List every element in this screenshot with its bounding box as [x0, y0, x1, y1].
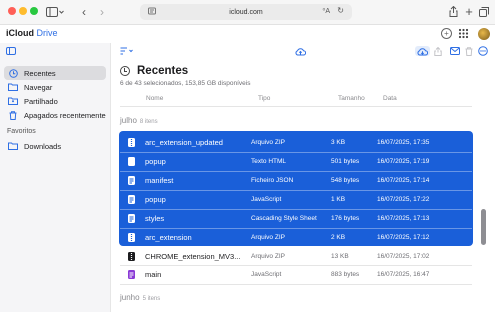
css-file-icon	[128, 214, 135, 223]
js-file-icon	[128, 270, 135, 279]
js-file-icon	[128, 195, 135, 204]
clock-icon	[8, 68, 18, 78]
divider	[120, 106, 472, 107]
selection-status: 6 de 43 selecionados, 153,85 GB disponív…	[120, 80, 251, 87]
folder-icon	[8, 83, 18, 92]
zoom-window-button[interactable]	[30, 7, 38, 15]
group-header: junho 5 itens	[120, 293, 161, 302]
new-tab-icon[interactable]: +	[463, 4, 475, 19]
sidebar-item-downloads[interactable]: Downloads	[4, 139, 106, 153]
icloud-header: iCloud Drive +	[0, 25, 495, 43]
table-row[interactable]: main JavaScript 883 bytes 16/07/2025, 16…	[120, 265, 472, 284]
sidebar-toggle-icon[interactable]	[44, 5, 66, 18]
folder-icon	[8, 142, 18, 151]
avatar[interactable]	[478, 28, 490, 40]
html-file-icon	[128, 157, 135, 166]
sort-options-icon[interactable]	[120, 46, 134, 56]
trash-icon	[8, 110, 18, 120]
column-header-size[interactable]: Tamanho	[338, 95, 365, 102]
shared-folder-icon	[8, 97, 18, 106]
divider	[120, 284, 472, 285]
sidebar-collapse-icon[interactable]	[6, 47, 16, 55]
page-header: Recentes	[120, 65, 188, 77]
page-title: Recentes	[137, 65, 189, 77]
zip-icon	[128, 138, 135, 147]
sidebar-item-label: Apagados recentemente	[24, 110, 106, 120]
favorites-heading: Favoritos	[7, 128, 36, 135]
sidebar-item-label: Downloads	[24, 141, 62, 151]
table-row[interactable]: arc_extension Arquivo ZIP 2 KB 16/07/202…	[120, 228, 472, 247]
sidebar-item-browse[interactable]: Navegar	[4, 80, 106, 94]
close-window-button[interactable]	[8, 7, 16, 15]
sidebar-item-recently-deleted[interactable]: Apagados recentemente	[4, 108, 106, 122]
share-file-icon[interactable]	[434, 46, 442, 56]
sidebar-item-label: Recentes	[24, 68, 56, 78]
main-content: Recentes 6 de 43 selecionados, 153,85 GB…	[112, 43, 495, 312]
share-icon[interactable]	[447, 5, 459, 18]
scrollbar-thumb[interactable]	[481, 209, 486, 245]
table-row[interactable]: popup Texto HTML 501 bytes 16/07/2025, 1…	[120, 152, 472, 171]
column-header-date[interactable]: Data	[383, 95, 397, 102]
sidebar-item-label: Navegar	[24, 82, 53, 92]
add-icon[interactable]: +	[441, 28, 452, 39]
more-options-icon[interactable]	[478, 46, 488, 56]
back-icon[interactable]: ‹	[78, 5, 90, 19]
sidebar: Recentes Navegar Partilhado Apagados rec…	[0, 43, 111, 312]
delete-icon[interactable]	[465, 46, 473, 56]
sidebar-item-label: Partilhado	[24, 96, 58, 106]
page-settings-icon[interactable]	[148, 7, 156, 16]
sidebar-item-shared[interactable]: Partilhado	[4, 94, 106, 108]
column-header-type[interactable]: Tipo	[258, 95, 270, 102]
zip-icon	[128, 252, 135, 261]
table-row[interactable]: manifest Ficheiro JSON 548 bytes 16/07/2…	[120, 171, 472, 190]
clock-icon	[120, 66, 130, 76]
tab-overview-icon[interactable]	[478, 5, 490, 18]
reload-icon[interactable]: ↻	[337, 6, 344, 15]
mail-icon[interactable]	[450, 46, 460, 56]
icloud-drive-logo[interactable]: iCloud Drive	[6, 28, 58, 38]
forward-icon[interactable]: ›	[96, 5, 108, 19]
json-file-icon	[128, 176, 135, 185]
minimize-window-button[interactable]	[19, 7, 27, 15]
column-header-name[interactable]: Nome	[146, 95, 163, 102]
app-grid-icon[interactable]	[458, 28, 469, 39]
table-row[interactable]: styles Cascading Style Sheet 176 bytes 1…	[120, 209, 472, 228]
zip-icon	[128, 233, 135, 242]
address-bar[interactable]: icloud.com ⁰A ↻	[140, 4, 352, 20]
upload-icon[interactable]	[295, 46, 306, 56]
download-icon[interactable]	[415, 46, 430, 56]
table-row[interactable]: CHROME_extension_MV3... Arquivo ZIP 13 K…	[120, 247, 472, 266]
translate-icon[interactable]: ⁰A	[323, 7, 330, 15]
sidebar-item-recents[interactable]: Recentes	[4, 66, 106, 80]
table-row[interactable]: arc_extension_updated Arquivo ZIP 3 KB 1…	[120, 133, 472, 152]
group-header: julho 8 itens	[120, 116, 158, 125]
browser-toolbar: ‹ › icloud.com ⁰A ↻ +	[0, 0, 495, 25]
table-row[interactable]: popup JavaScript 1 KB 16/07/2025, 17:22	[120, 190, 472, 209]
address-text: icloud.com	[229, 8, 263, 16]
